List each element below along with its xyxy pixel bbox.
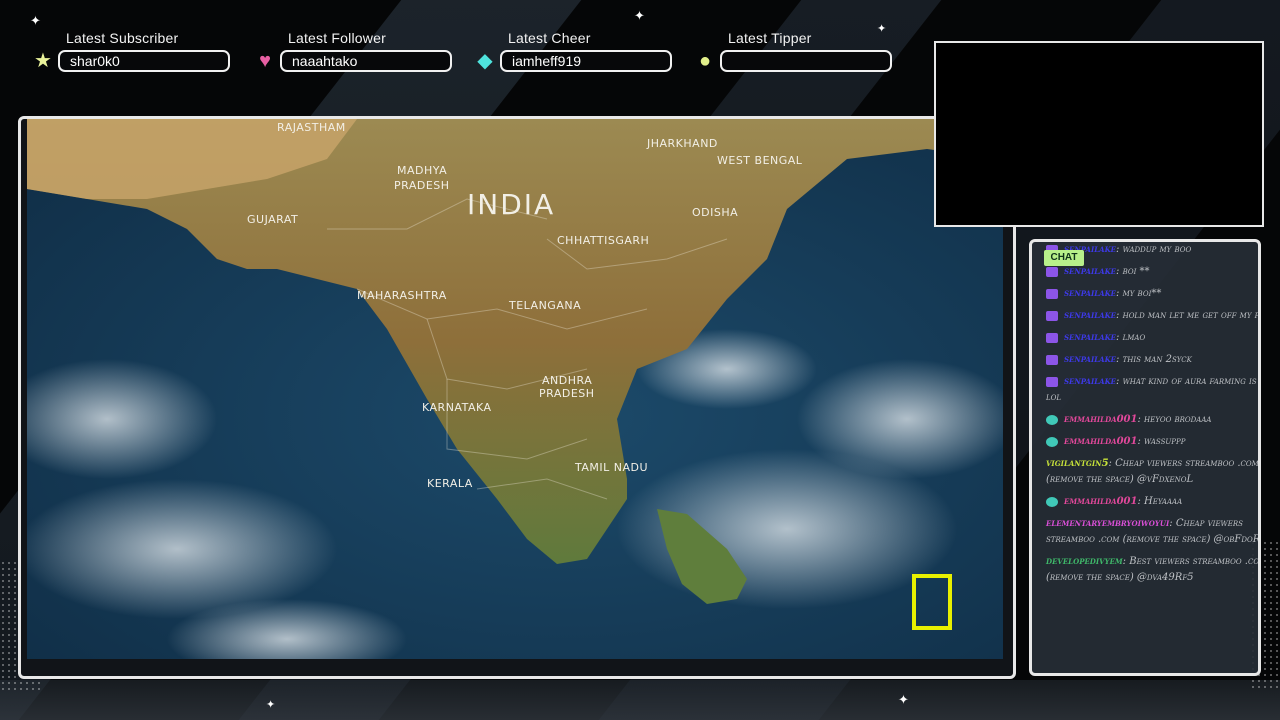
chat-username[interactable]: senpailake xyxy=(1064,288,1116,299)
chat-message-list: senpailake: yoooo senpailake: waddup my … xyxy=(1046,242,1260,592)
badge-icon xyxy=(1046,376,1058,387)
sparkle-icon: ✦ xyxy=(30,13,41,28)
latest-cheer-widget: Latest Cheer ◆ iamheff919 xyxy=(474,30,674,74)
sparkle-icon: ✦ xyxy=(634,8,645,23)
chat-text: hold man let me get off my phone xyxy=(1122,310,1260,321)
chat-message: vigilantgin5: Cheap viewers streamboo .c… xyxy=(1046,458,1259,485)
chat-message: senpailake: hold man let me get off my p… xyxy=(1046,308,1260,324)
widget-value-box: shar0k0 xyxy=(58,50,230,72)
widget-value: shar0k0 xyxy=(70,53,120,69)
chat-message: senpailake: what kind of aura farming is… xyxy=(1046,374,1258,406)
badge-icon xyxy=(1046,496,1058,507)
latest-subscriber-widget: Latest Subscriber ★ shar0k0 xyxy=(32,30,232,74)
chat-username[interactable]: developedivyem xyxy=(1046,556,1123,567)
badge-icon xyxy=(1046,354,1058,365)
widget-value: naaahtako xyxy=(292,53,358,69)
chat-text: waddup my boo xyxy=(1122,244,1192,255)
latest-follower-widget: Latest Follower ♥ naaahtako xyxy=(254,30,454,74)
chat-username[interactable]: senpailake xyxy=(1064,354,1116,365)
region-label: KARNATAKA xyxy=(422,401,492,414)
chat-username[interactable]: senpailake xyxy=(1064,310,1116,321)
chat-username[interactable]: senpailake xyxy=(1064,376,1116,387)
chat-text: Heyaaaa xyxy=(1144,496,1183,507)
region-label: PRADESH xyxy=(394,179,450,192)
chat-username[interactable]: elementaryembryoiwoyui xyxy=(1046,518,1169,529)
region-label: ODISHA xyxy=(692,206,738,219)
widget-value: iamheff919 xyxy=(512,53,582,69)
star-icon: ★ xyxy=(34,50,52,72)
region-label: PRADESH xyxy=(539,387,595,400)
chat-message: emmahilda001: Heyaaaa xyxy=(1046,494,1258,510)
region-label: CHHATTISGARH xyxy=(557,234,649,247)
chat-text: my boi** xyxy=(1122,288,1162,299)
chat-username[interactable]: emmahilda001 xyxy=(1064,436,1137,447)
india-map-image: INDIA RAJASTHAM MADHYA PRADESH JHARKHAND… xyxy=(27,119,1003,659)
chat-username[interactable]: senpailake xyxy=(1064,332,1116,343)
chat-text: boi ** xyxy=(1122,266,1150,277)
badge-icon xyxy=(1046,332,1058,343)
chat-username[interactable]: emmahilda001 xyxy=(1064,496,1137,507)
region-label: MAHARASHTRA xyxy=(357,289,447,302)
widget-label: Latest Follower xyxy=(288,30,386,46)
sparkle-icon: ✦ xyxy=(898,692,909,707)
widget-label: Latest Subscriber xyxy=(66,30,179,46)
gem-icon: ◆ xyxy=(477,50,493,72)
badge-icon xyxy=(1046,266,1058,277)
badge-icon xyxy=(1046,288,1058,299)
chat-text: lmao xyxy=(1122,332,1146,343)
latest-tipper-widget: Latest Tipper ● xyxy=(694,30,894,74)
chat-username[interactable]: vigilantgin5 xyxy=(1046,458,1109,469)
coin-icon: ● xyxy=(698,50,712,72)
widget-label: Latest Cheer xyxy=(508,30,591,46)
badge-icon xyxy=(1046,310,1058,321)
region-label: ANDHRA xyxy=(542,374,592,387)
region-label: GUJARAT xyxy=(247,213,298,226)
webcam-box xyxy=(934,41,1264,227)
chat-message: developedivyem: Best viewers streamboo .… xyxy=(1046,554,1258,586)
widget-value-box xyxy=(720,50,892,72)
region-label: MADHYA xyxy=(397,164,447,177)
widget-value-box: naaahtako xyxy=(280,50,452,72)
chat-text: this man 2syck xyxy=(1122,354,1192,365)
widget-label: Latest Tipper xyxy=(728,30,812,46)
chat-message: senpailake: lmao xyxy=(1046,330,1258,346)
chat-text: wassuppp xyxy=(1144,436,1186,447)
chat-panel[interactable]: CHAT senpailake: yoooo senpailake: waddu… xyxy=(1029,239,1261,676)
chat-message: emmahilda001: wassuppp xyxy=(1046,434,1258,450)
chat-username[interactable]: emmahilda001 xyxy=(1064,414,1137,425)
chat-username[interactable]: senpailake xyxy=(1064,266,1116,277)
country-label: INDIA xyxy=(467,188,555,221)
region-label: TELANGANA xyxy=(508,299,581,312)
sparkle-icon: ✦ xyxy=(266,699,276,711)
chat-message: senpailake: boi ** xyxy=(1046,264,1258,280)
chat-message: emmahilda001: heyoo brodaaa xyxy=(1046,412,1258,428)
widget-value-box: iamheff919 xyxy=(500,50,672,72)
badge-icon xyxy=(1046,436,1058,447)
region-label: RAJASTHAM xyxy=(277,121,346,134)
map-video[interactable]: INDIA RAJASTHAM MADHYA PRADESH JHARKHAND… xyxy=(27,119,1003,659)
chat-message: senpailake: this man 2syck xyxy=(1046,352,1258,368)
region-label: TAMIL NADU xyxy=(574,461,648,474)
heart-icon: ♥ xyxy=(259,50,271,72)
background-bottom-band xyxy=(0,680,1280,720)
chat-message: senpailake: my boi** xyxy=(1046,286,1258,302)
chat-text: heyoo brodaaa xyxy=(1144,414,1212,425)
region-label: WEST BENGAL xyxy=(717,154,803,167)
region-label: JHARKHAND xyxy=(646,137,718,150)
region-label: KERALA xyxy=(427,477,473,490)
chat-message: elementaryembryoiwoyui: Cheap viewers st… xyxy=(1046,516,1258,548)
video-frame: INDIA RAJASTHAM MADHYA PRADESH JHARKHAND… xyxy=(18,116,1016,679)
badge-icon xyxy=(1046,414,1058,425)
chat-tag: CHAT xyxy=(1044,250,1084,266)
